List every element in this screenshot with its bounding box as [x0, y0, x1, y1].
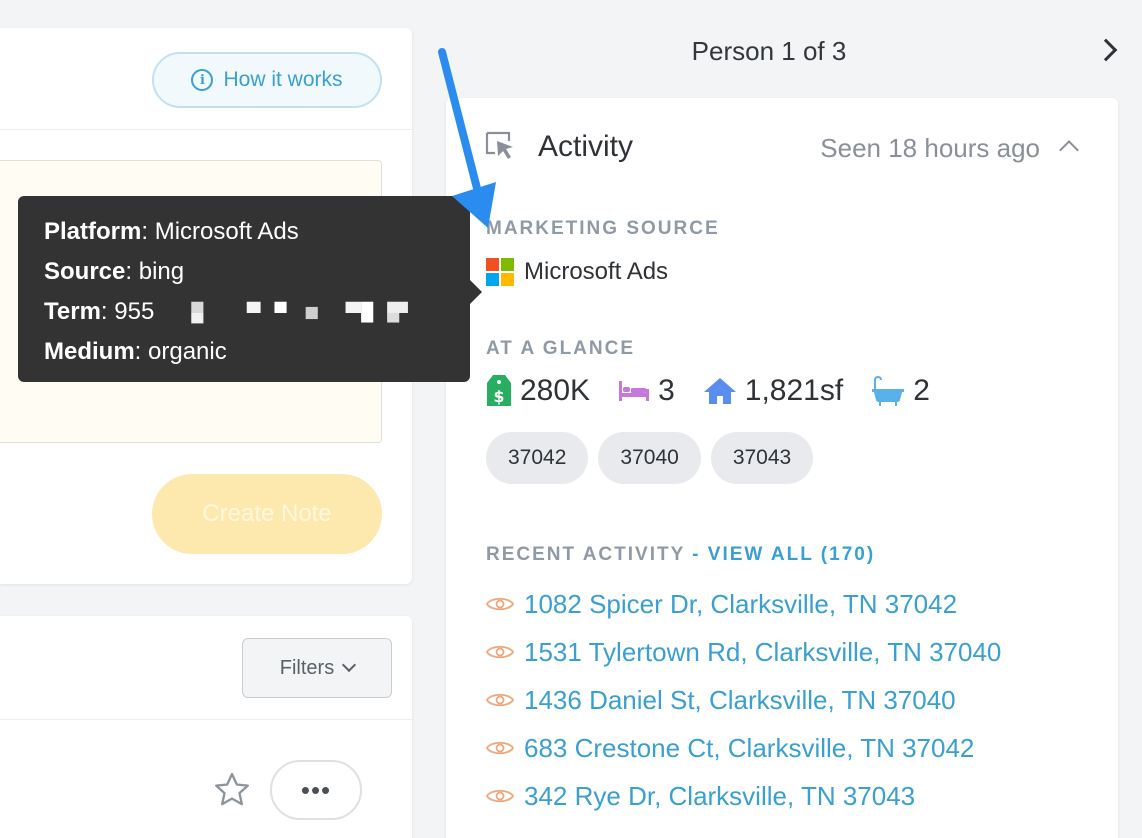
- zip-chip[interactable]: 37040: [598, 432, 701, 484]
- tooltip-medium-row: Medium: organic: [44, 338, 227, 365]
- timeline-card: Filters •••: [0, 616, 412, 838]
- star-icon[interactable]: [212, 770, 252, 810]
- person-counter: Person 1 of 3: [691, 36, 847, 66]
- marketing-source-value[interactable]: Microsoft Ads: [486, 258, 668, 286]
- eye-icon: [486, 597, 514, 611]
- filters-button[interactable]: Filters: [242, 638, 392, 698]
- activity-card: Activity Seen 18 hours ago MARKETING SOU…: [446, 98, 1118, 838]
- eye-icon: [486, 789, 514, 803]
- bed-icon: [619, 381, 650, 401]
- beds-value: 3: [658, 374, 675, 407]
- recent-activity-item[interactable]: 1436 Daniel St, Clarksville, TN 37040: [486, 676, 1001, 724]
- person-navigator: Person 1 of 3: [446, 28, 1118, 78]
- marketing-source-tooltip: Platform: Microsoft Ads Source: bing Ter…: [18, 196, 482, 382]
- activity-title: Activity: [538, 130, 634, 163]
- house-icon: [703, 378, 736, 404]
- tooltip-platform-row: Platform: Microsoft Ads: [44, 218, 299, 245]
- recent-activity-item[interactable]: 683 Crestone Ct, Clarksville, TN 37042: [486, 724, 1001, 772]
- eye-icon: [486, 645, 514, 659]
- tooltip-source-row: Source: bing: [44, 258, 185, 285]
- sqft-value: 1,821sf: [744, 374, 844, 407]
- recent-activity-item[interactable]: 342 Rye Dr, Clarksville, TN 37043: [486, 772, 1001, 820]
- info-icon: i: [191, 69, 214, 91]
- eye-icon: [486, 693, 514, 707]
- chevron-down-icon: [342, 657, 357, 673]
- marketing-source-label: MARKETING SOURCE: [486, 218, 720, 239]
- more-options-button[interactable]: •••: [270, 760, 362, 820]
- redacted-term-pixels: [191, 301, 408, 324]
- chevron-up-icon[interactable]: [1059, 140, 1079, 160]
- recent-activity-label: RECENT ACTIVITY - VIEW ALL (170): [486, 544, 876, 565]
- zip-code-list: 37042 37040 37043: [486, 432, 814, 484]
- zip-chip[interactable]: 37043: [710, 432, 814, 484]
- sqft-item: 1,821sf: [703, 374, 843, 408]
- at-a-glance-row: $ 280K 3 1,821sf 2: [486, 374, 958, 408]
- how-it-works-label: How it works: [223, 68, 343, 91]
- filters-label: Filters: [279, 656, 335, 679]
- chevron-right-icon[interactable]: [1094, 38, 1118, 62]
- price-item: $ 280K: [486, 374, 590, 408]
- how-it-works-button[interactable]: i How it works: [152, 52, 382, 108]
- beds-item: 3: [618, 374, 675, 408]
- microsoft-logo-icon: [486, 258, 514, 286]
- zip-chip[interactable]: 37042: [486, 432, 589, 484]
- view-all-link[interactable]: VIEW ALL (170): [708, 544, 875, 565]
- eye-icon: [486, 741, 514, 755]
- cursor-click-icon: [485, 131, 513, 159]
- recent-activity-item[interactable]: 1082 Spicer Dr, Clarksville, TN 37042: [486, 580, 1001, 628]
- marketing-source-text: Microsoft Ads: [524, 258, 669, 285]
- at-a-glance-label: AT A GLANCE: [486, 338, 636, 359]
- tooltip-term-row: Term: 955: [44, 292, 444, 332]
- price-value: 280K: [520, 374, 591, 407]
- last-seen-text: Seen 18 hours ago: [820, 133, 1040, 163]
- baths-value: 2: [913, 374, 930, 407]
- recent-activity-list: 1082 Spicer Dr, Clarksville, TN 37042 15…: [486, 580, 1001, 820]
- bathtub-icon: [872, 376, 905, 406]
- price-tag-icon: $: [487, 375, 511, 406]
- create-note-button[interactable]: Create Note: [152, 474, 382, 554]
- recent-activity-item[interactable]: 1531 Tylertown Rd, Clarksville, TN 37040: [486, 628, 1001, 676]
- baths-item: 2: [871, 374, 930, 408]
- svg-text:$: $: [493, 387, 504, 406]
